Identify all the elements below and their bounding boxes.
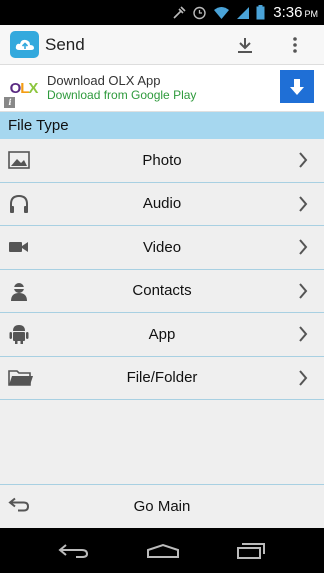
app-logo-cloud-icon[interactable] (10, 31, 39, 58)
olx-logo: OLX i (4, 68, 43, 108)
contact-person-icon (8, 280, 30, 302)
alarm-icon (193, 6, 206, 20)
nav-home-icon[interactable] (146, 543, 180, 559)
list-item-label: Video (142, 238, 182, 256)
clock: 3:36 PM (273, 4, 318, 21)
list-item-label: App (148, 325, 176, 343)
list-item-video[interactable]: Video (0, 226, 324, 270)
arrow-down-icon (290, 78, 304, 95)
wifi-icon (214, 6, 230, 19)
list-item-label: Audio (142, 195, 182, 213)
chevron-right-icon (299, 370, 308, 386)
nav-recents-icon[interactable] (236, 542, 266, 560)
ad-download-button[interactable] (280, 70, 314, 103)
headphones-icon (8, 193, 30, 215)
chevron-right-icon (299, 152, 308, 168)
image-icon (8, 149, 30, 171)
chevron-right-icon (299, 326, 308, 342)
video-camera-icon (8, 236, 30, 258)
usb-debug-icon (173, 5, 186, 19)
ad-info-icon[interactable]: i (4, 96, 15, 108)
chevron-right-icon (299, 196, 308, 212)
download-icon (238, 38, 252, 53)
system-nav-bar (0, 528, 324, 573)
file-type-list: Photo Audio Video Contacts App File/Fold… (0, 139, 324, 400)
download-button[interactable] (232, 32, 258, 58)
back-arrow-icon (8, 496, 30, 517)
list-item-label: Contacts (132, 282, 192, 300)
ad-headline: Download OLX App (47, 73, 161, 88)
list-item-contacts[interactable]: Contacts (0, 270, 324, 313)
section-header: File Type (0, 112, 324, 139)
android-icon (8, 323, 30, 345)
signal-icon (237, 6, 250, 19)
chevron-right-icon (299, 239, 308, 255)
battery-icon (256, 5, 265, 20)
chevron-right-icon (299, 283, 308, 299)
list-item-label: File/Folder (126, 369, 198, 387)
app-screen: Send OLX i Download OLX App Download fro… (0, 25, 324, 528)
go-main-label: Go Main (133, 498, 191, 515)
ad-text: Download OLX App Download from Google Pl… (47, 73, 196, 103)
list-item-audio[interactable]: Audio (0, 183, 324, 226)
ad-banner[interactable]: OLX i Download OLX App Download from Goo… (0, 65, 324, 112)
status-bar: 3:36 PM (0, 0, 324, 25)
list-item-label: Photo (142, 151, 182, 169)
folder-icon (8, 367, 34, 389)
list-item-file-folder[interactable]: File/Folder (0, 357, 324, 400)
page-title: Send (45, 34, 85, 54)
nav-back-icon[interactable] (58, 543, 90, 559)
action-bar: Send (0, 25, 324, 65)
go-main-button[interactable]: Go Main (0, 484, 324, 528)
overflow-menu-button[interactable] (282, 32, 308, 58)
list-item-app[interactable]: App (0, 313, 324, 357)
more-vert-icon (293, 37, 297, 53)
list-item-photo[interactable]: Photo (0, 139, 324, 183)
ad-subline: Download from Google Play (47, 88, 197, 102)
